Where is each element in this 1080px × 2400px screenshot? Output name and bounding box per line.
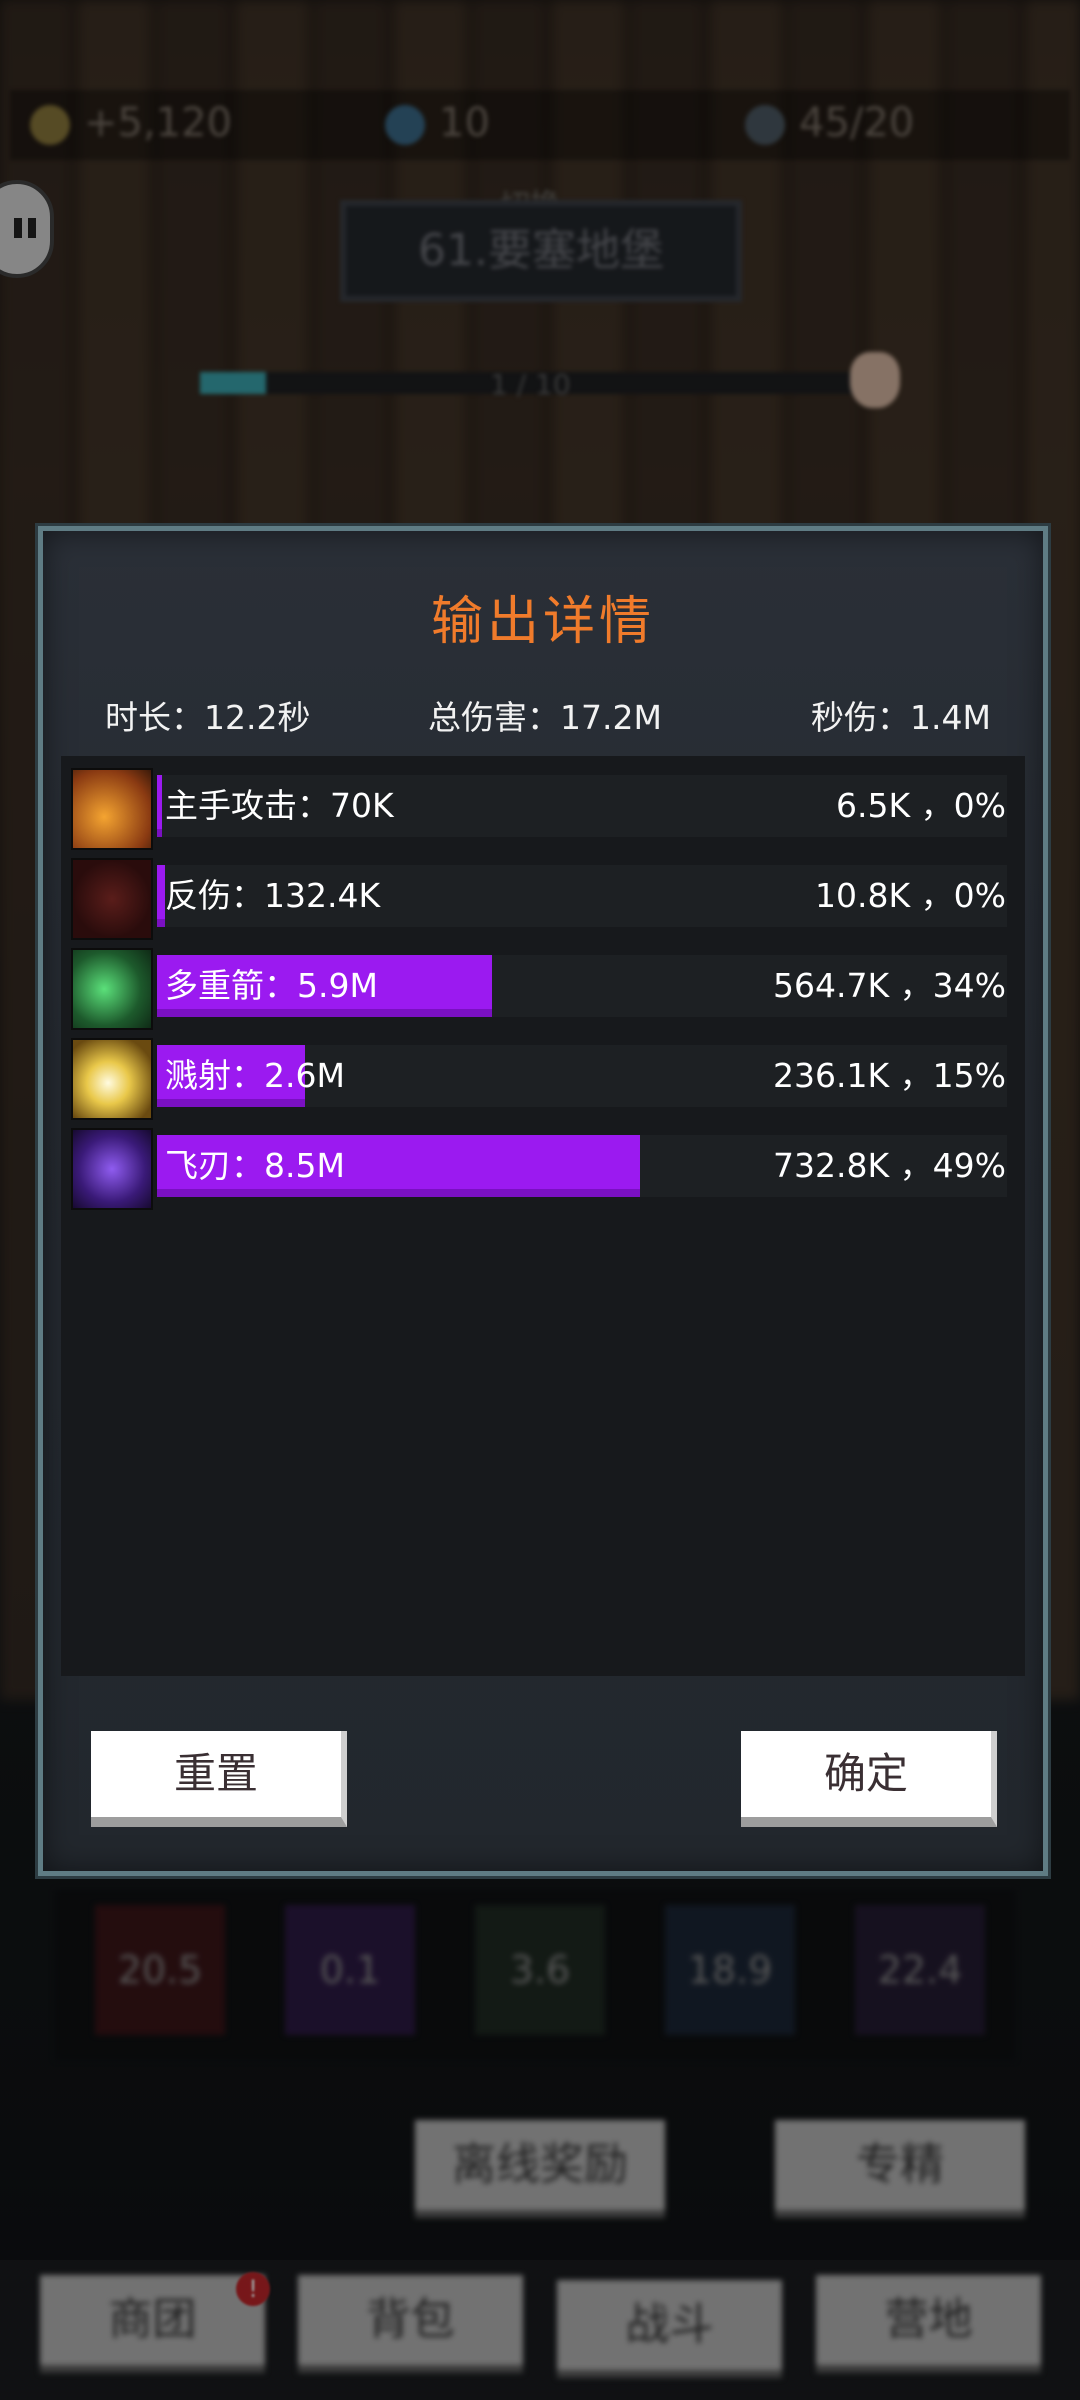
damage-row: 反伤：132.4K 10.8K ，0% [71,858,1007,940]
reset-button[interactable]: 重置 [91,1731,347,1827]
sword-icon [71,768,153,850]
damage-row: 主手攻击：70K 6.5K ，0% [71,768,1007,850]
duration-text: 时长：12.2秒 [105,698,311,737]
damage-row: 溅射：2.6M 236.1K ，15% [71,1038,1007,1120]
multishot-bow-icon [71,948,153,1030]
damage-details-dialog: 输出详情 时长：12.2秒 总伤害：17.2M 秒伤：1.4M 主手攻击：70K… [38,526,1048,1876]
flying-blade-icon [71,1128,153,1210]
dialog-title: 输出详情 [430,592,655,652]
dps-text: 秒伤：1.4M [811,698,991,737]
thorns-icon [71,858,153,940]
damage-list: 主手攻击：70K 6.5K ，0% 反伤：132.4K 10.8K ，0% 多重… [61,756,1025,1676]
confirm-button[interactable]: 确定 [741,1731,997,1827]
damage-row: 飞刃：8.5M 732.8K ，49% [71,1128,1007,1210]
total-damage-text: 总伤害：17.2M [428,698,662,737]
damage-row: 多重箭：5.9M 564.7K ，34% [71,948,1007,1030]
splash-burst-icon [71,1038,153,1120]
